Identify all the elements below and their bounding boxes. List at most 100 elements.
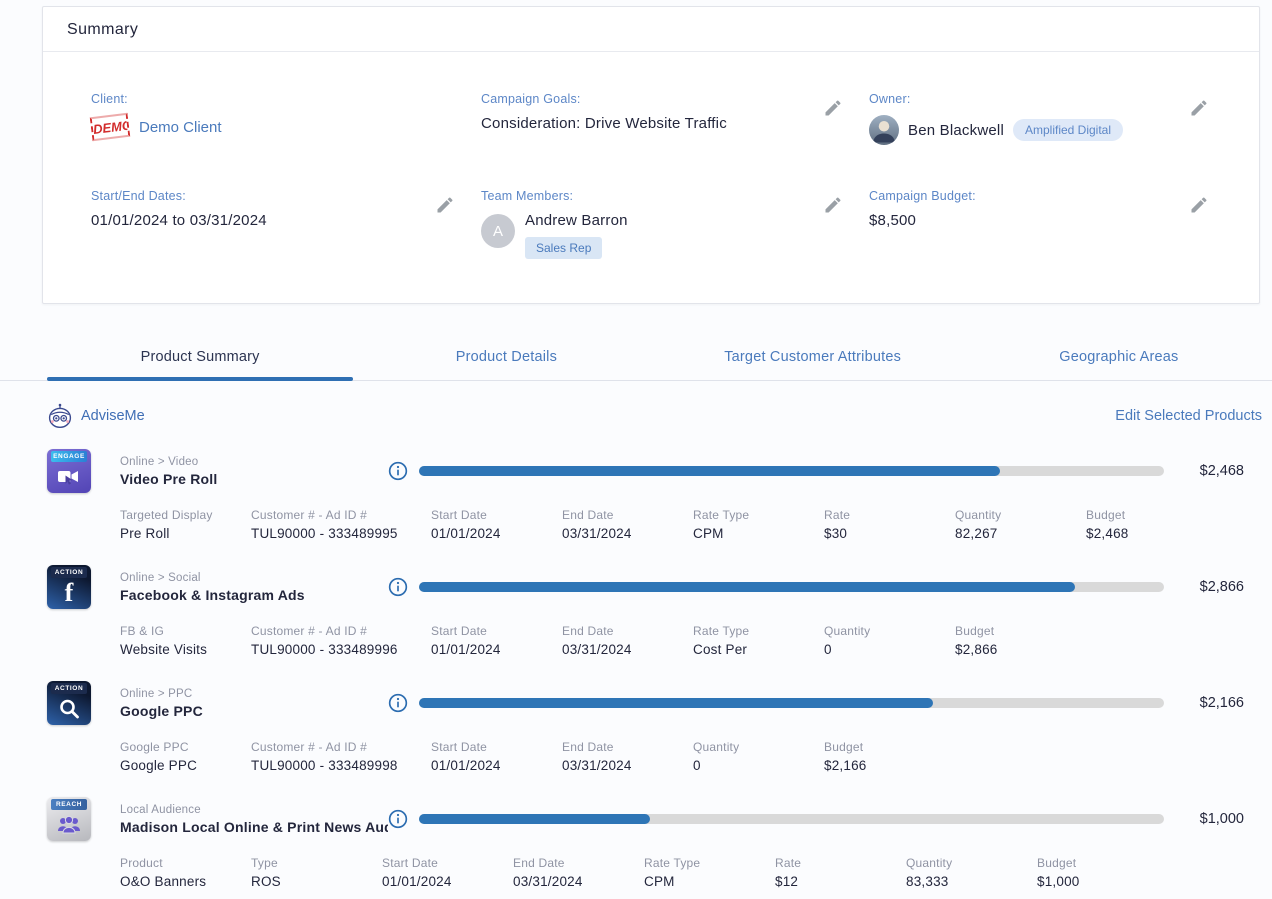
owner-avatar xyxy=(869,115,899,145)
person-silhouette-icon xyxy=(869,115,899,145)
info-icon[interactable] xyxy=(388,577,408,597)
campaign-goals-value: Consideration: Drive Website Traffic xyxy=(481,115,727,132)
product-tile-glyph xyxy=(47,810,91,839)
detail-cell: Product O&O Banners xyxy=(120,856,251,889)
campaign-goals-label: Campaign Goals: xyxy=(481,92,727,106)
advise-me-button[interactable]: AdviseMe xyxy=(47,403,145,429)
detail-value: O&O Banners xyxy=(120,874,251,889)
product-row: ENGAGE Online > Video Video Pre Roll $2,… xyxy=(0,443,1272,551)
detail-value: 01/01/2024 xyxy=(431,526,562,541)
info-icon[interactable] xyxy=(388,809,408,829)
tab-product-summary[interactable]: Product Summary xyxy=(47,338,353,380)
client-link[interactable]: Demo Client xyxy=(139,119,222,136)
detail-value: 01/01/2024 xyxy=(431,758,562,773)
product-amount: $2,166 xyxy=(1164,695,1244,711)
detail-value: 03/31/2024 xyxy=(562,642,693,657)
tab-geographic-areas[interactable]: Geographic Areas xyxy=(966,338,1272,380)
detail-cell: Rate Type CPM xyxy=(644,856,775,889)
detail-cell: Type ROS xyxy=(251,856,382,889)
detail-value: Website Visits xyxy=(120,642,251,657)
pencil-icon xyxy=(823,98,843,118)
tab-bar: Product Summary Product Details Target C… xyxy=(0,338,1272,381)
budget-cell: Campaign Budget: $8,500 xyxy=(869,189,1235,259)
product-category: Online > Social xyxy=(120,572,388,584)
edit-owner-button[interactable] xyxy=(1189,98,1209,118)
detail-value: 0 xyxy=(824,642,955,657)
detail-cell: Google PPC Google PPC xyxy=(120,740,251,773)
detail-cell: Quantity 82,267 xyxy=(955,508,1086,541)
detail-label: Customer # - Ad ID # xyxy=(251,508,431,522)
edit-dates-button[interactable] xyxy=(435,195,455,215)
owner-cell: Owner: Ben Blackwell Amplified Digital xyxy=(869,92,1235,145)
product-category: Local Audience xyxy=(120,804,388,816)
detail-cell: FB & IG Website Visits xyxy=(120,624,251,657)
pencil-icon xyxy=(1189,98,1209,118)
team-member-role-badge: Sales Rep xyxy=(525,237,602,259)
dates-cell: Start/End Dates: 01/01/2024 to 03/31/202… xyxy=(91,189,481,259)
detail-value: $12 xyxy=(775,874,906,889)
product-tile-banner: REACH xyxy=(51,799,87,810)
tab-target-customer-attributes[interactable]: Target Customer Attributes xyxy=(660,338,966,380)
product-row: REACH Local Audience Madison Local Onlin… xyxy=(0,791,1272,899)
team-member-avatar: A xyxy=(481,214,515,248)
detail-label: Type xyxy=(251,856,382,870)
detail-value: TUL90000 - 333489998 xyxy=(251,758,431,773)
tab-label: Product Summary xyxy=(141,349,260,365)
detail-value: $2,166 xyxy=(824,758,955,773)
tab-product-details[interactable]: Product Details xyxy=(353,338,659,380)
detail-label: End Date xyxy=(562,740,693,754)
detail-value: 01/01/2024 xyxy=(382,874,513,889)
budget-progress-fill xyxy=(419,698,933,708)
detail-value: Google PPC xyxy=(120,758,251,773)
budget-progress-track xyxy=(419,582,1164,592)
detail-label: Budget xyxy=(1037,856,1168,870)
detail-label: Quantity xyxy=(824,624,955,638)
product-category: Online > PPC xyxy=(120,688,388,700)
detail-value: 03/31/2024 xyxy=(562,526,693,541)
pencil-icon xyxy=(1189,195,1209,215)
detail-cell: Quantity 0 xyxy=(693,740,824,773)
edit-team-button[interactable] xyxy=(823,195,843,215)
detail-label: Google PPC xyxy=(120,740,251,754)
detail-value: 0 xyxy=(693,758,824,773)
team-label: Team Members: xyxy=(481,189,628,203)
product-amount: $2,866 xyxy=(1164,579,1244,595)
dates-value: 01/01/2024 to 03/31/2024 xyxy=(91,212,267,229)
detail-cell: Rate Type Cost Per xyxy=(693,624,824,657)
detail-label: Budget xyxy=(1086,508,1217,522)
edit-campaign-goals-button[interactable] xyxy=(823,98,843,118)
edit-selected-products-link[interactable]: Edit Selected Products xyxy=(1115,408,1262,424)
dates-label: Start/End Dates: xyxy=(91,189,267,203)
product-category: Online > Video xyxy=(120,456,388,468)
detail-cell: Start Date 01/01/2024 xyxy=(431,508,562,541)
detail-cell: End Date 03/31/2024 xyxy=(562,624,693,657)
detail-label: Budget xyxy=(955,624,1086,638)
budget-progress-track xyxy=(419,814,1164,824)
client-cell: Client: DEMO Demo Client xyxy=(91,92,481,145)
product-tile-glyph xyxy=(47,462,91,491)
detail-cell: End Date 03/31/2024 xyxy=(513,856,644,889)
info-icon[interactable] xyxy=(388,461,408,481)
product-details-row: FB & IG Website Visits Customer # - Ad I… xyxy=(120,624,1244,657)
product-list: ENGAGE Online > Video Video Pre Roll $2,… xyxy=(0,443,1272,899)
tab-label: Geographic Areas xyxy=(1059,349,1178,365)
detail-label: Rate Type xyxy=(693,508,824,522)
action-facebook-icon: ACTION f xyxy=(47,565,91,609)
product-details-row: Google PPC Google PPC Customer # - Ad ID… xyxy=(120,740,1244,773)
summary-card: Summary Client: DEMO Demo Client Campaig… xyxy=(42,6,1260,304)
tab-label: Target Customer Attributes xyxy=(724,349,901,365)
budget-progress-track xyxy=(419,698,1164,708)
detail-value: Pre Roll xyxy=(120,526,251,541)
advise-me-label: AdviseMe xyxy=(81,408,145,424)
detail-value: $2,468 xyxy=(1086,526,1217,541)
edit-budget-button[interactable] xyxy=(1189,195,1209,215)
detail-cell: Start Date 01/01/2024 xyxy=(431,740,562,773)
pencil-icon xyxy=(823,195,843,215)
product-amount: $1,000 xyxy=(1164,811,1244,827)
info-icon[interactable] xyxy=(388,693,408,713)
detail-value: 83,333 xyxy=(906,874,1037,889)
product-tile-glyph: f xyxy=(47,578,91,607)
reach-audience-icon: REACH xyxy=(47,797,91,841)
detail-label: Quantity xyxy=(955,508,1086,522)
budget-progress-fill xyxy=(419,466,1000,476)
